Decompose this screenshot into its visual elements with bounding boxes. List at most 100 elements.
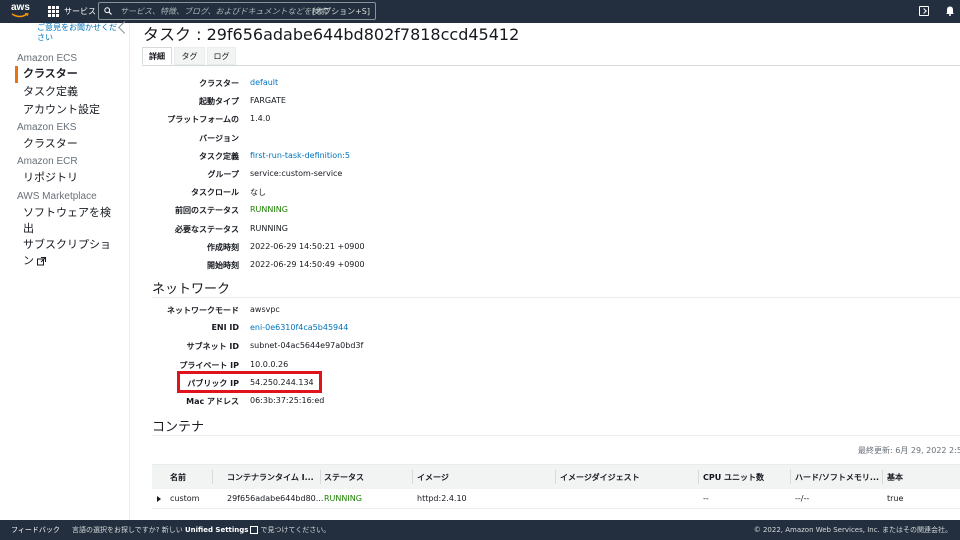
- network-value: subnet-04ac5644e97a0bd3f: [250, 341, 364, 351]
- detail-label: グループ: [207, 170, 239, 179]
- table-column-header[interactable]: イメージ: [417, 472, 449, 483]
- table-cell: 29f656adabe644bd80...: [227, 494, 324, 503]
- page-title: タスク : 29f656adabe644bd802f7818ccd45412: [143, 25, 520, 44]
- sidebar: ご意見をお聞かせください Amazon ECS クラスター タスク定義 アカウン…: [0, 21, 131, 520]
- main-content: タスク : 29f656adabe644bd802f7818ccd45412 詳…: [142, 23, 960, 520]
- sidebar-item-eks-clusters[interactable]: クラスター: [23, 136, 118, 152]
- sidebar-header-eks: Amazon EKS: [17, 122, 77, 133]
- network-value[interactable]: eni-0e6310f4ca5b45944: [250, 323, 348, 332]
- network-heading: ネットワーク: [152, 282, 231, 297]
- sidebar-header-ecr: Amazon ECR: [17, 156, 78, 167]
- detail-row: 作成時刻 2022-06-29 14:50:21 +0900: [142, 242, 960, 254]
- network-row: プライベート IP 10.0.0.26: [142, 360, 960, 372]
- detail-label: プラットフォームの: [167, 115, 239, 125]
- sidebar-item-subscriptions[interactable]: サブスクリプション: [23, 237, 111, 269]
- bell-icon[interactable]: [945, 5, 955, 16]
- network-label: サブネット ID: [186, 342, 239, 352]
- footer-language-note: 言語の選択をお探しですか? 新しい Unified Settings で見つけてく…: [72, 525, 330, 535]
- column-separator: [790, 470, 791, 484]
- tab-bar: 詳細 タグ ログ: [142, 46, 960, 66]
- external-link-icon: [37, 256, 46, 265]
- sidebar-feedback-link[interactable]: ご意見をお聞かせください: [37, 23, 117, 43]
- top-navigation-bar: aws サービス [オプション+S]: [0, 0, 960, 23]
- column-separator: [320, 470, 321, 484]
- detail-row: 前回のステータス RUNNING: [142, 205, 960, 217]
- tab-details[interactable]: 詳細: [142, 47, 172, 65]
- sidebar-item-task-definitions[interactable]: タスク定義: [23, 84, 118, 100]
- network-row: ネットワークモード awsvpc: [142, 305, 960, 317]
- detail-value: 2022-06-29 14:50:21 +0900: [250, 241, 365, 251]
- detail-row: プラットフォームの 1.4.0: [142, 114, 960, 126]
- table-header: 名前 コンテナランタイム I... ステータス イメージ イメージダイジェスト CPU ユ…: [152, 464, 960, 489]
- footer-feedback-link[interactable]: フィードバック: [11, 525, 60, 535]
- table-column-header[interactable]: ステータス: [324, 472, 364, 483]
- sidebar-header-marketplace: AWS Marketplace: [17, 191, 97, 202]
- chevron-left-icon[interactable]: [118, 21, 131, 34]
- detail-label: タスク定義: [199, 151, 239, 161]
- detail-value[interactable]: first-run-task-definition:5: [250, 151, 350, 160]
- column-separator: [882, 470, 883, 484]
- detail-row: クラスター default: [142, 78, 960, 90]
- aws-smile-icon: [11, 13, 29, 18]
- table-cell[interactable]: custom: [170, 494, 199, 503]
- cloudshell-icon[interactable]: [919, 6, 929, 16]
- table-column-header[interactable]: コンテナランタイム I...: [227, 472, 314, 483]
- detail-value: 2022-06-29 14:50:49 +0900: [250, 260, 365, 269]
- unified-settings-link[interactable]: Unified Settings: [185, 526, 249, 534]
- table-cell: --/--: [795, 494, 810, 503]
- network-row: サブネット ID subnet-04ac5644e97a0bd3f: [142, 341, 960, 353]
- container-divider: [152, 435, 960, 436]
- table-row[interactable]: custom 29f656adabe644bd80... RUNNING httpd:…: [152, 488, 960, 509]
- detail-value: FARGATE: [250, 96, 286, 106]
- services-label: サービス: [64, 7, 96, 16]
- sidebar-item-repositories[interactable]: リポジトリ: [23, 170, 118, 186]
- sidebar-item-account-settings[interactable]: アカウント設定: [23, 102, 118, 118]
- table-cell: true: [887, 494, 904, 503]
- search-icon: [104, 7, 112, 15]
- table-column-header[interactable]: 基本: [887, 472, 903, 483]
- tab-logs[interactable]: ログ: [207, 47, 236, 65]
- detail-label: バージョン: [199, 133, 239, 143]
- footer: フィードバック 言語の選択をお探しですか? 新しい Unified Settin…: [0, 520, 960, 540]
- network-value: 10.0.0.26: [250, 359, 289, 369]
- network-label: Mac アドレス: [186, 397, 239, 406]
- detail-row: タスク定義 first-run-task-definition:5: [142, 151, 960, 163]
- detail-value[interactable]: default: [250, 78, 278, 87]
- aws-logo-text: aws: [11, 2, 30, 13]
- search-box[interactable]: [オプション+S]: [98, 2, 376, 20]
- detail-label: 前回のステータス: [175, 206, 239, 216]
- network-label: ネットワークモード: [167, 306, 239, 315]
- container-heading: コンテナ: [152, 420, 205, 435]
- column-separator: [698, 470, 699, 484]
- last-updated-text: 最終更新: 6月 29, 2022 2:51:: [858, 446, 960, 455]
- footer-lang-suffix: で見つけてください。: [260, 526, 331, 534]
- sidebar-item-discover-software[interactable]: ソフトウェアを検出: [23, 205, 118, 237]
- expand-row-icon[interactable]: [157, 496, 161, 502]
- column-separator: [412, 470, 413, 484]
- table-column-header[interactable]: ハード/ソフトメモリ...: [795, 472, 879, 483]
- table-column-header[interactable]: イメージダイジェスト: [560, 472, 640, 483]
- active-indicator: [15, 66, 18, 83]
- network-row: Mac アドレス 06:3b:37:25:16:ed: [142, 396, 960, 408]
- detail-value: RUNNING: [250, 223, 288, 233]
- services-menu-button[interactable]: サービス: [48, 6, 96, 17]
- table-cell: RUNNING: [324, 494, 362, 503]
- column-separator: [212, 470, 213, 484]
- detail-row: バージョン: [142, 133, 960, 145]
- search-input[interactable]: [118, 5, 332, 17]
- grid-icon: [48, 6, 59, 17]
- tab-tags[interactable]: タグ: [174, 47, 205, 65]
- network-value: 06:3b:37:25:16:ed: [250, 396, 325, 405]
- detail-label: クラスター: [199, 79, 239, 88]
- detail-label: タスクロール: [191, 188, 239, 198]
- table-column-header[interactable]: CPU ユニット数: [703, 472, 764, 483]
- detail-row: 開始時刻 2022-06-29 14:50:49 +0900: [142, 260, 960, 272]
- column-separator: [555, 470, 556, 484]
- public-ip-highlight-box: [177, 371, 322, 393]
- table-column-header[interactable]: 名前: [170, 472, 186, 483]
- sidebar-item-clusters[interactable]: クラスター: [23, 66, 118, 82]
- search-shortcut-hint: [オプション+S]: [311, 6, 370, 16]
- detail-row: 起動タイプ FARGATE: [142, 96, 960, 108]
- detail-value: 1.4.0: [250, 114, 271, 124]
- aws-logo[interactable]: aws: [8, 0, 38, 23]
